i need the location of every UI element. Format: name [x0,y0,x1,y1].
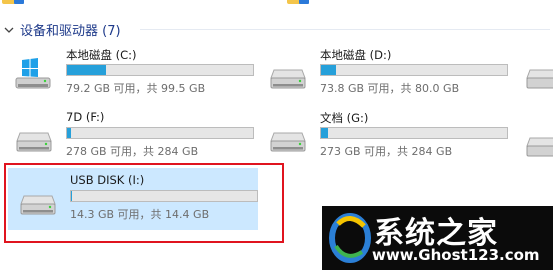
highlight-box [4,163,284,243]
drive-space-info: 278 GB 可用，共 284 GB [66,145,199,158]
hard-drive-icon [270,132,306,152]
drive-space-info: 73.8 GB 可用，共 80.0 GB [320,82,460,95]
drive-usage-bar [66,127,254,139]
drive-tile[interactable]: 7D (F:) 278 GB 可用，共 284 GB [4,105,254,167]
section-divider [140,29,550,30]
drive-usage-bar [66,64,254,76]
drive-name: 本地磁盘 (C:) [66,48,137,62]
drive-space-info: 79.2 GB 可用，共 99.5 GB [66,82,206,95]
devices-and-drives-header[interactable]: 设备和驱动器 (7) [4,20,121,39]
chevron-down-icon[interactable] [4,25,14,35]
drive-usage-bar [320,64,508,76]
windows-drive-icon [15,58,51,89]
drive-name: 7D (F:) [66,110,105,124]
drive-name: 本地磁盘 (D:) [320,48,392,62]
hard-drive-icon[interactable] [526,136,553,158]
watermark-url: www.Ghost123.com [372,246,540,264]
drive-usage-fill [67,65,107,75]
drive-tile[interactable]: 本地磁盘 (D:) 73.8 GB 可用，共 80.0 GB [258,42,508,104]
drive-usage-fill [67,128,71,138]
drive-tile[interactable]: 本地磁盘 (C:) 79.2 GB 可用，共 99.5 GB [4,42,254,104]
drive-name: 文档 (G:) [320,111,369,125]
drive-space-info: 273 GB 可用，共 284 GB [320,145,453,158]
hard-drive-icon [270,69,306,89]
drive-usage-bar [320,127,508,139]
watermark: 系统之家 www.Ghost123.com [322,206,553,270]
hard-drive-icon[interactable] [526,68,553,90]
drive-tile[interactable]: 文档 (G:) 273 GB 可用，共 284 GB [258,105,508,167]
hard-drive-icon [16,132,52,152]
folder-icon[interactable] [287,0,309,4]
section-title: 设备和驱动器 (7) [20,24,121,39]
folder-icon[interactable] [2,0,24,4]
drive-usage-fill [321,128,329,138]
ghost-logo-icon [329,213,371,263]
drive-usage-fill [321,65,336,75]
